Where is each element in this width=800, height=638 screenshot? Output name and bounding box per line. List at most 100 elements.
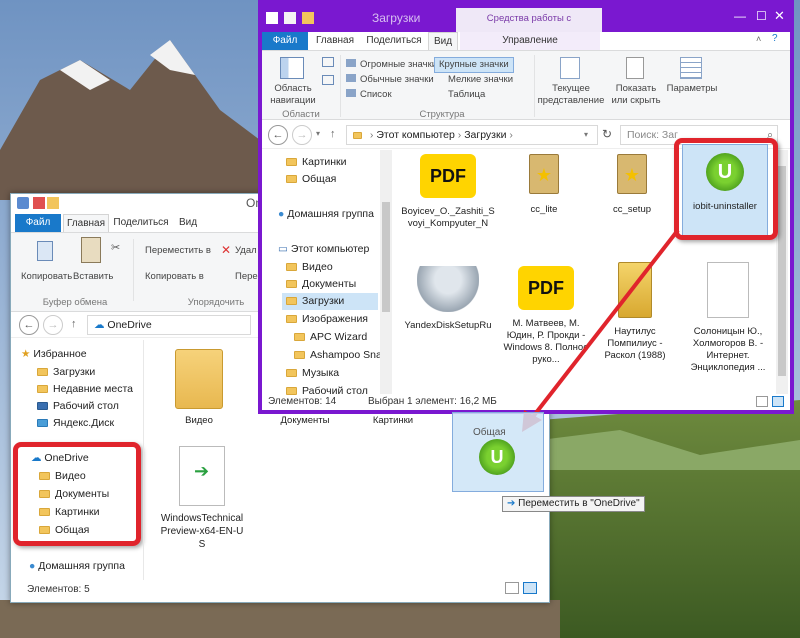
new-folder-icon[interactable] <box>302 12 314 24</box>
details-pane-icon[interactable] <box>322 75 334 85</box>
tab-view[interactable]: Вид <box>428 32 458 50</box>
details-view-icon[interactable] <box>505 582 519 594</box>
homegroup-icon: ● <box>278 208 288 220</box>
up-button[interactable]: ↑ <box>330 128 336 140</box>
details-view-icon[interactable] <box>756 396 768 407</box>
address-bar[interactable]: › Этот компьютер › Загрузки › <box>346 125 598 145</box>
installer-icon: ★ <box>529 154 559 194</box>
refresh-icon[interactable]: ↻ <box>602 127 612 141</box>
file-tile[interactable]: Картинки <box>355 415 431 427</box>
help-icon[interactable]: ? <box>772 33 778 44</box>
breadcrumb-downloads[interactable]: Загрузки <box>464 129 506 141</box>
annotation-highlight-onedrive <box>13 442 141 546</box>
tab-share[interactable]: Поделиться <box>111 214 171 232</box>
folder-icon <box>37 368 48 376</box>
nav-downloads[interactable]: Загрузки <box>37 364 95 381</box>
large-icons-view-icon[interactable] <box>772 396 784 407</box>
layout-large-icons[interactable]: Крупные значки <box>434 57 514 73</box>
setup-file-icon: ➔ <box>179 446 225 506</box>
file-tile[interactable]: Солоницын Ю., Холмогоров В. - Интернет. … <box>682 262 774 374</box>
nav-downloads[interactable]: Загрузки <box>282 293 378 310</box>
nav-yandex-disk[interactable]: Яндекс.Диск <box>37 415 114 432</box>
copy-to-button[interactable]: Копировать в <box>145 271 204 283</box>
tab-file[interactable]: Файл <box>262 32 308 50</box>
navigation-pane: Картинки Общая ● Домашняя группа ▭ Этот … <box>262 150 388 398</box>
preview-pane-icon[interactable] <box>322 57 334 67</box>
nav-this-pc[interactable]: ▭ Этот компьютер <box>278 241 369 258</box>
delete-button[interactable]: Удал <box>235 245 257 257</box>
tab-home[interactable]: Главная <box>63 214 109 232</box>
nav-homegroup[interactable]: ● Домашняя группа <box>278 206 374 223</box>
chevron-up-icon[interactable]: ˄ <box>756 34 761 44</box>
nav-homegroup[interactable]: ● Домашняя группа <box>29 558 125 575</box>
file-tile[interactable]: Видео <box>161 349 237 427</box>
tab-home[interactable]: Главная <box>310 32 360 50</box>
tab-manage[interactable]: Управление <box>460 32 600 50</box>
nav-shared[interactable]: Общая <box>286 171 336 188</box>
address-dropdown-icon[interactable]: ▾ <box>584 130 588 139</box>
navigation-pane-button[interactable]: Область навигации <box>268 83 318 107</box>
homegroup-icon: ● <box>29 560 39 572</box>
nav-recent[interactable]: Недавние места <box>37 381 133 398</box>
copy-button[interactable]: Копировать <box>21 271 72 283</box>
address-bar[interactable]: ☁ OneDrive <box>87 315 251 335</box>
layout-medium-icons[interactable]: Обычные значки <box>360 74 434 86</box>
tab-view[interactable]: Вид <box>173 214 203 232</box>
nav-ashampoo-snap[interactable]: Ashampoo Snap <box>294 347 388 364</box>
layout-small-icons[interactable]: Мелкие значки <box>448 74 513 86</box>
file-tile[interactable]: PDF Boyicev_O._Zashiti_Svoyi_Kompyuter_N <box>400 154 496 230</box>
nav-music[interactable]: Музыка <box>286 365 339 382</box>
properties-icon[interactable] <box>33 197 45 209</box>
nav-favorites[interactable]: ★ Избранное <box>21 346 87 363</box>
doc-icon <box>707 262 749 318</box>
new-folder-icon[interactable] <box>47 197 59 209</box>
file-tile[interactable]: ★ cc_lite <box>504 154 584 216</box>
forward-button[interactable]: → <box>43 315 63 335</box>
recent-locations-icon[interactable]: ▾ <box>316 129 320 138</box>
file-tile[interactable]: Наутилус Помпилиус - Раскол (1988) <box>592 262 678 362</box>
status-bar-count: Элементов: 14 <box>268 396 337 407</box>
options-icon <box>680 57 702 79</box>
breadcrumb-this-pc[interactable]: Этот компьютер <box>376 129 455 141</box>
properties-icon[interactable] <box>284 12 296 24</box>
nav-video[interactable]: Видео <box>286 259 333 276</box>
nav-pictures[interactable]: Картинки <box>286 154 347 171</box>
up-button[interactable]: ↑ <box>71 318 77 330</box>
nav-scrollbar[interactable] <box>380 150 392 394</box>
file-tile[interactable]: YandexDiskSetupRu <box>400 266 496 332</box>
rename-button[interactable]: Пере <box>235 271 258 283</box>
close-button[interactable]: ✕ <box>774 8 785 24</box>
layout-details[interactable]: Таблица <box>448 89 485 101</box>
nav-desktop[interactable]: Рабочий стол <box>37 398 119 415</box>
group-structure-label: Структура <box>419 109 465 120</box>
tab-share[interactable]: Поделиться <box>362 32 426 50</box>
tab-file[interactable]: Файл <box>15 214 61 232</box>
title-bar: Загрузки Средства работы с приложениями … <box>262 4 790 46</box>
options-button[interactable]: Параметры <box>664 83 720 95</box>
file-tile[interactable]: ➔ WindowsTechnicalPreview-x64-EN-US <box>159 446 245 551</box>
cut-icon[interactable]: ✂ <box>111 241 120 254</box>
pdf-icon: PDF <box>518 266 574 310</box>
back-button[interactable]: ← <box>19 315 39 335</box>
maximize-button[interactable]: ☐ <box>756 9 767 23</box>
file-tile[interactable]: Документы <box>267 415 343 427</box>
minimize-button[interactable]: — <box>734 9 746 23</box>
layout-extra-large-icons[interactable]: Огромные значки <box>360 59 437 71</box>
layout-list[interactable]: Список <box>360 89 392 101</box>
paste-button[interactable]: Вставить <box>73 271 113 283</box>
nav-images[interactable]: Изображения <box>286 311 368 328</box>
nav-documents[interactable]: Документы <box>286 276 356 293</box>
show-hide-button[interactable]: Показать или скрыть <box>608 83 664 107</box>
move-to-button[interactable]: Переместить в <box>145 245 211 257</box>
back-button[interactable]: ← <box>268 125 288 145</box>
ribbon-tabs: Файл Главная Поделиться Вид Управление ˄… <box>262 32 790 50</box>
ribbon: Область навигации Области Огромные значк… <box>262 50 790 120</box>
forward-button[interactable]: → <box>292 125 312 145</box>
large-icons-view-icon[interactable] <box>523 582 537 594</box>
file-tile[interactable]: ★ cc_setup <box>592 154 672 216</box>
copy-icon <box>37 241 53 261</box>
context-tab-header: Средства работы с приложениями <box>456 8 602 46</box>
nav-apc-wizard[interactable]: APC Wizard <box>294 329 367 346</box>
file-tile[interactable]: PDF М. Матвеев, М. Юдин, Р. Прокди - Win… <box>500 266 592 366</box>
current-view-button[interactable]: Текущее представление <box>536 83 606 107</box>
